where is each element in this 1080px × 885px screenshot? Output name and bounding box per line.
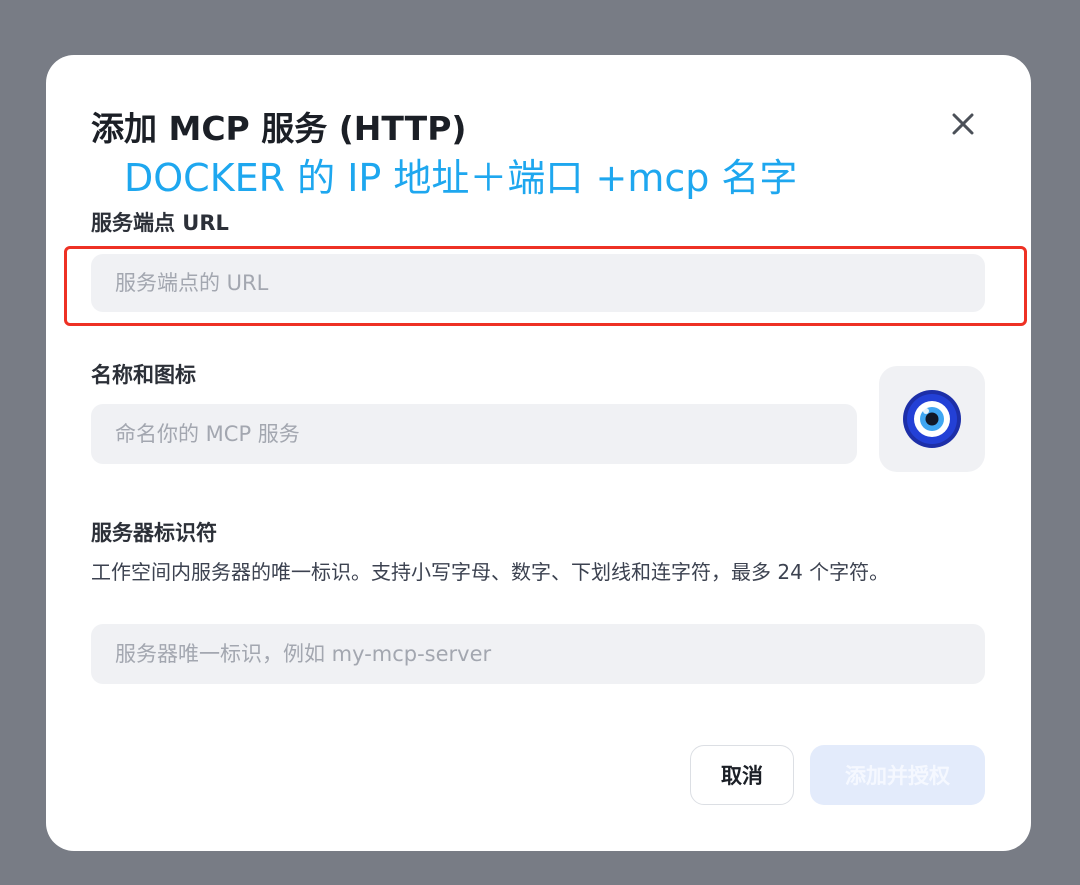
- annotation-text: DOCKER 的 IP 地址＋端口 +mcp 名字: [124, 156, 798, 200]
- identifier-label: 服务器标识符: [91, 521, 217, 545]
- annotation-highlight-box: [64, 246, 1027, 326]
- cancel-button[interactable]: 取消: [690, 745, 794, 805]
- close-icon: [952, 113, 974, 135]
- nazar-eye-icon: [903, 390, 961, 448]
- dialog-title: 添加 MCP 服务 (HTTP): [91, 109, 467, 148]
- add-mcp-service-dialog: 添加 MCP 服务 (HTTP) DOCKER 的 IP 地址＋端口 +mcp …: [46, 55, 1031, 851]
- close-button[interactable]: [946, 107, 980, 141]
- endpoint-label: 服务端点 URL: [91, 211, 229, 235]
- name-icon-label: 名称和图标: [91, 363, 196, 387]
- service-name-input[interactable]: [91, 404, 857, 464]
- server-identifier-input[interactable]: [91, 624, 985, 684]
- icon-picker-button[interactable]: [879, 366, 985, 472]
- identifier-description: 工作空间内服务器的唯一标识。支持小写字母、数字、下划线和连字符，最多 24 个字…: [91, 560, 890, 584]
- add-and-authorize-button[interactable]: 添加并授权: [810, 745, 985, 805]
